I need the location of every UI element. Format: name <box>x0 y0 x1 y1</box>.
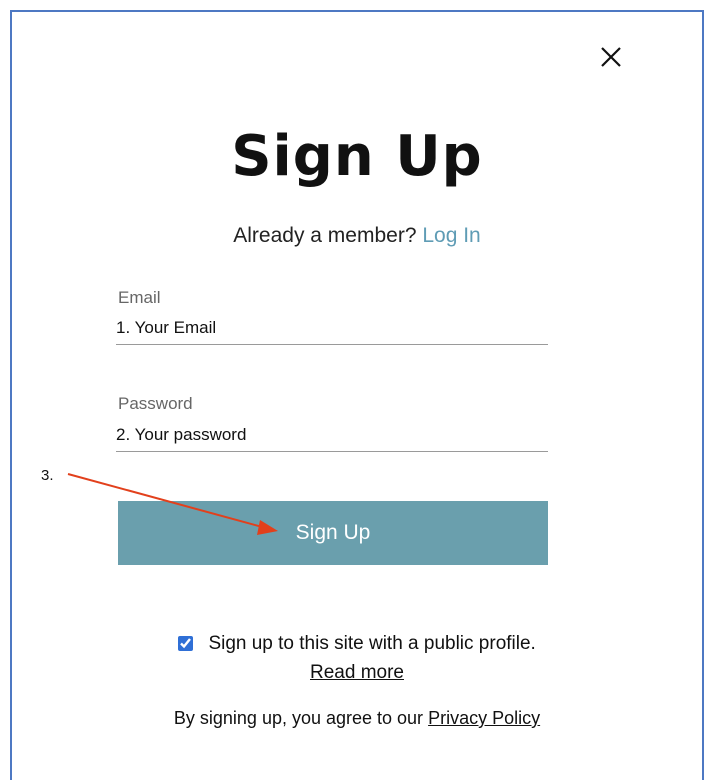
privacy-prefix-text: By signing up, you agree to our <box>173 708 424 728</box>
public-profile-label: Sign up to this site with a public profi… <box>208 633 536 654</box>
close-button[interactable] <box>594 40 628 74</box>
privacy-notice: By signing up, you agree to our Privacy … <box>12 708 702 729</box>
public-profile-checkbox[interactable] <box>178 636 194 652</box>
step-three-annotation: 3. <box>41 467 54 484</box>
password-label: Password <box>118 394 193 413</box>
already-member-row: Already a member? Log In <box>12 224 702 248</box>
password-field[interactable] <box>116 425 548 452</box>
already-member-text: Already a member? <box>233 224 417 247</box>
read-more-row: Read more <box>12 662 702 684</box>
email-label: Email <box>118 288 161 307</box>
public-profile-option: Sign up to this site with a public profi… <box>12 633 702 655</box>
close-icon <box>601 47 621 67</box>
read-more-link[interactable]: Read more <box>310 662 404 683</box>
privacy-policy-link[interactable]: Privacy Policy <box>428 708 540 728</box>
email-field[interactable] <box>116 318 548 345</box>
signup-dialog: Sign Up Already a member? Log In Email P… <box>10 10 704 780</box>
page-title: Sign Up <box>231 124 483 189</box>
login-link[interactable]: Log In <box>422 224 480 247</box>
sign-up-button[interactable]: Sign Up <box>118 501 548 565</box>
